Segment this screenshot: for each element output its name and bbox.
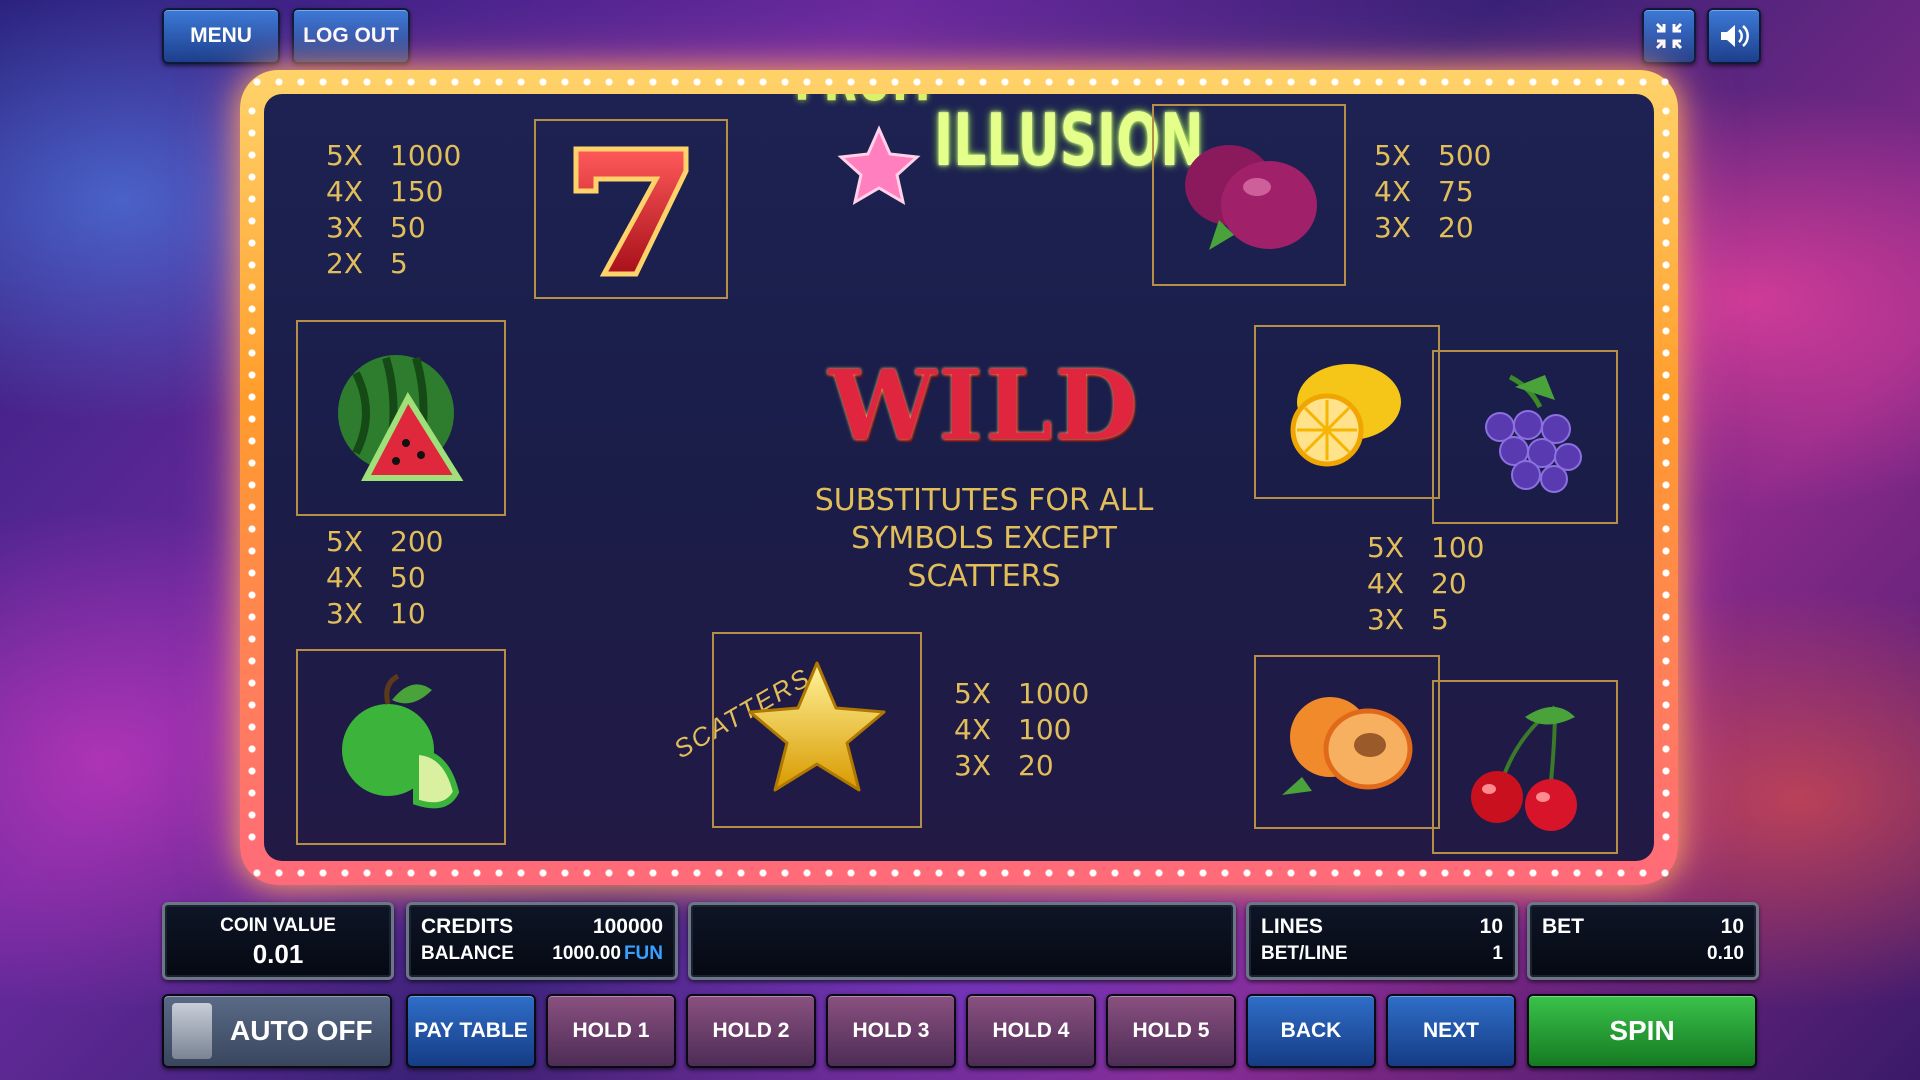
watermelon-icon bbox=[338, 355, 464, 481]
paytable-panel: 5X1000 4X150 3X50 2X5 FRUIT ILLUSION bbox=[264, 94, 1654, 861]
seven-icon bbox=[573, 146, 689, 277]
bet-label: BET bbox=[1542, 915, 1584, 938]
pay-table-button[interactable]: PAY TABLE bbox=[406, 994, 536, 1068]
next-button[interactable]: NEXT bbox=[1386, 994, 1516, 1068]
sound-button[interactable] bbox=[1707, 8, 1761, 64]
message-panel bbox=[688, 902, 1236, 980]
betline-value: 1 bbox=[1492, 943, 1503, 964]
hold-5-button[interactable]: HOLD 5 bbox=[1106, 994, 1236, 1068]
coin-value-panel: COIN VALUE 0.01 bbox=[162, 902, 394, 980]
apricot-symbol bbox=[1254, 655, 1440, 829]
apple-icon bbox=[342, 673, 460, 809]
apricot-icon bbox=[1282, 697, 1413, 795]
plum-symbol bbox=[1152, 104, 1346, 286]
star-payouts: 5X 1000 4X 100 3X 20 bbox=[954, 677, 1090, 782]
credits-panel: CREDITS 100000 BALANCE 1000.00 FUN bbox=[406, 902, 678, 980]
star-scatter-symbol bbox=[712, 632, 922, 828]
speaker-icon bbox=[1721, 25, 1749, 47]
bet-panel: BET 10 0.10 bbox=[1527, 902, 1759, 980]
coin-value: 0.01 bbox=[252, 939, 304, 969]
wild-description: SUBSTITUTES FOR ALL SYMBOLS EXCEPT SCATT… bbox=[814, 483, 1154, 594]
grapes-icon bbox=[1485, 374, 1582, 493]
logo-fruit: FRUIT bbox=[794, 94, 937, 116]
marquee-lights-left bbox=[247, 100, 257, 855]
lines-panel: LINES 10 BET/LINE 1 bbox=[1246, 902, 1518, 980]
auto-label: AUTO OFF bbox=[230, 1015, 373, 1046]
auto-toggle-button[interactable]: AUTO OFF bbox=[162, 994, 392, 1068]
credits-label: CREDITS bbox=[421, 915, 514, 938]
fullscreen-button[interactable] bbox=[1642, 8, 1696, 64]
lemon-icon bbox=[1290, 364, 1401, 467]
lemon-grapes-payouts: 5X 100 4X 20 3X 5 bbox=[1367, 531, 1485, 636]
watermelon-symbol bbox=[296, 320, 506, 516]
betline-label: BET/LINE bbox=[1261, 943, 1348, 964]
hold-3-button[interactable]: HOLD 3 bbox=[826, 994, 956, 1068]
apple-symbol bbox=[296, 649, 506, 845]
compress-icon bbox=[1655, 22, 1683, 50]
wild-title: WILD bbox=[828, 349, 1140, 462]
seven-symbol bbox=[534, 119, 728, 299]
coin-value-label: COIN VALUE bbox=[220, 915, 336, 936]
cherries-symbol bbox=[1432, 680, 1618, 854]
marquee-lights-right bbox=[1661, 100, 1671, 855]
balance-value: 1000.00 bbox=[552, 943, 621, 964]
spin-button[interactable]: SPIN bbox=[1527, 994, 1757, 1068]
seven-payouts: 5X 1000 4X 150 3X 50 2X 5 bbox=[326, 139, 462, 280]
watermelon-payouts: 5X 200 4X 50 3X 10 bbox=[326, 525, 444, 630]
back-button[interactable]: BACK bbox=[1246, 994, 1376, 1068]
menu-button[interactable]: MENU bbox=[162, 8, 280, 64]
balance-unit: FUN bbox=[623, 943, 663, 964]
paytable-frame: 5X1000 4X150 3X50 2X5 FRUIT ILLUSION bbox=[240, 70, 1678, 885]
marquee-lights-bottom bbox=[246, 868, 1672, 878]
logout-button[interactable]: LOG OUT bbox=[292, 8, 410, 64]
toggle-knob bbox=[172, 1003, 212, 1059]
lines-value: 10 bbox=[1479, 915, 1503, 938]
grapes-symbol bbox=[1432, 350, 1618, 524]
hold-1-button[interactable]: HOLD 1 bbox=[546, 994, 676, 1068]
plum-payouts: 5X 500 4X 75 3X 20 bbox=[1374, 139, 1492, 244]
bet-value: 10 bbox=[1720, 915, 1744, 938]
credits-value: 100000 bbox=[592, 915, 663, 938]
plum-icon bbox=[1185, 145, 1317, 250]
balance-label: BALANCE bbox=[421, 943, 514, 964]
marquee-lights-top bbox=[246, 77, 1672, 87]
lines-label: LINES bbox=[1261, 915, 1323, 938]
hold-2-button[interactable]: HOLD 2 bbox=[686, 994, 816, 1068]
star-icon bbox=[748, 661, 886, 792]
cherries-icon bbox=[1471, 705, 1577, 831]
logo-star-icon bbox=[837, 125, 921, 206]
bet-total: 0.10 bbox=[1707, 943, 1744, 964]
lemon-symbol bbox=[1254, 325, 1440, 499]
hold-4-button[interactable]: HOLD 4 bbox=[966, 994, 1096, 1068]
